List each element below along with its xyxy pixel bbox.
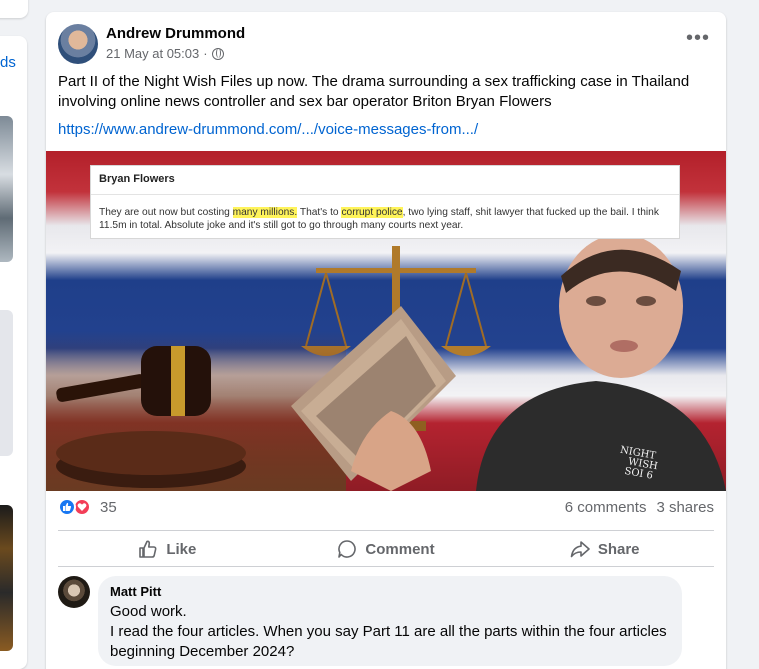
comments-count[interactable]: 6 comments — [565, 499, 647, 516]
post-link[interactable]: https://www.andrew-drummond.com/.../voic… — [58, 121, 478, 138]
shares-count[interactable]: 3 shares — [656, 499, 714, 516]
left-card-top — [0, 0, 28, 18]
gavel-illustration — [56, 346, 246, 488]
thumbs-up-icon — [139, 540, 157, 558]
reactions-summary[interactable]: 35 — [58, 498, 117, 516]
actions-divider-top — [58, 530, 714, 531]
more-options-icon[interactable]: ••• — [686, 28, 710, 48]
left-thumbnail-3[interactable] — [0, 505, 13, 651]
left-sidebar: ds — [0, 0, 30, 669]
action-bar: Like Comment Share — [58, 532, 714, 566]
person-photo — [476, 234, 726, 491]
post-timestamp[interactable]: 21 May at 05:03 — [106, 46, 199, 61]
post-image[interactable]: NIGHT WISH SOI 6 Bryan Flowers They are … — [46, 151, 726, 491]
like-button[interactable]: Like — [58, 532, 277, 566]
engagement-stats: 6 comments 3 shares — [565, 499, 714, 516]
quote-highlight-1: many millions. — [232, 207, 298, 218]
like-reaction-icon — [58, 498, 76, 516]
quote-text: They are out now but costing many millio… — [99, 206, 677, 232]
comment-line-2: I read the four articles. When you say P… — [110, 623, 667, 660]
left-thumbnail-1[interactable] — [0, 116, 13, 262]
comment-button[interactable]: Comment — [277, 532, 496, 566]
comment-line-1: Good work. — [110, 603, 187, 620]
left-partial-text[interactable]: ds — [0, 54, 16, 71]
quote-author: Bryan Flowers — [99, 173, 175, 185]
comment-bubble: Matt Pitt Good work. I read the four art… — [98, 576, 682, 666]
commenter-name[interactable]: Matt Pitt — [110, 584, 670, 600]
post-card: Andrew Drummond 21 May at 05:03 · ••• Pa… — [46, 12, 726, 669]
commenter-avatar[interactable] — [58, 576, 90, 608]
meta-separator: · — [203, 46, 208, 61]
share-arrow-icon — [570, 541, 590, 558]
post-text: Part II of the Night Wish Files up now. … — [58, 73, 690, 110]
author-name[interactable]: Andrew Drummond — [106, 25, 245, 42]
like-label: Like — [166, 540, 197, 558]
comment-bubble-icon — [338, 540, 357, 558]
quote-part-2: That's to — [297, 207, 342, 218]
cash-bundle — [291, 306, 456, 491]
quote-highlight-2: corrupt police — [341, 207, 403, 218]
quote-screenshot: Bryan Flowers They are out now but costi… — [90, 165, 680, 239]
quote-divider — [91, 194, 679, 195]
left-thumbnail-2[interactable] — [0, 310, 13, 456]
quote-part-1: They are out now but costing — [99, 207, 233, 218]
globe-icon[interactable] — [211, 47, 224, 60]
post-meta: 21 May at 05:03 · — [106, 46, 224, 61]
reaction-count: 35 — [100, 498, 117, 516]
share-button[interactable]: Share — [495, 532, 714, 566]
actions-divider-bottom — [58, 566, 714, 567]
comment-label: Comment — [365, 540, 435, 558]
author-avatar[interactable] — [58, 24, 98, 64]
share-label: Share — [597, 540, 640, 558]
